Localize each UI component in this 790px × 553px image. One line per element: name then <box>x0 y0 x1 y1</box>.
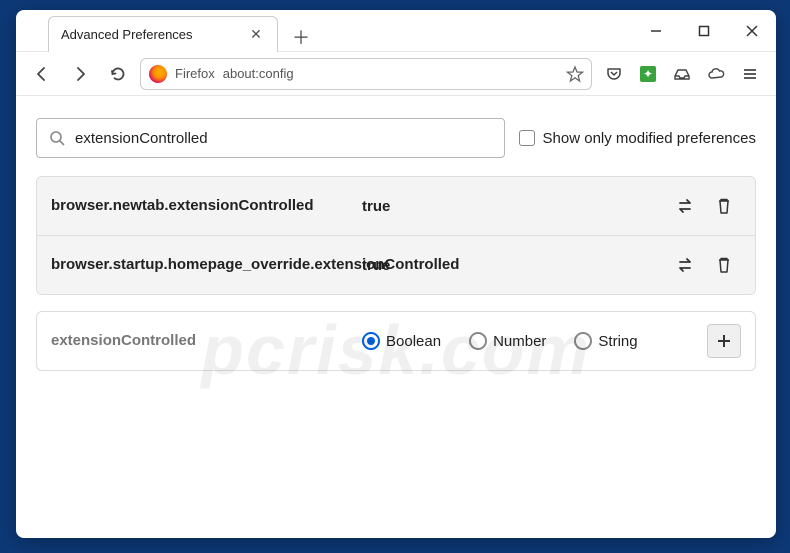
config-search-box[interactable] <box>36 118 505 158</box>
close-icon <box>746 25 758 37</box>
preference-name: browser.newtab.extensionControlled <box>51 196 356 216</box>
type-number[interactable]: Number <box>469 332 546 350</box>
address-brand: Firefox <box>175 66 215 81</box>
row-actions <box>669 248 741 282</box>
preference-row[interactable]: browser.startup.homepage_override.extens… <box>37 236 755 294</box>
row-actions <box>707 324 741 358</box>
radio-icon <box>362 332 380 350</box>
maximize-button[interactable] <box>680 10 728 52</box>
toggle-button[interactable] <box>669 189 703 223</box>
reload-button[interactable] <box>102 58 134 90</box>
preferences-table: browser.newtab.extensionControlled true … <box>36 176 756 295</box>
inbox-button[interactable] <box>666 58 698 90</box>
close-window-button[interactable] <box>728 10 776 52</box>
cloud-button[interactable] <box>700 58 732 90</box>
title-bar: Advanced Preferences ✕ ＋ <box>16 10 776 52</box>
pocket-button[interactable] <box>598 58 630 90</box>
toggle-button[interactable] <box>669 248 703 282</box>
search-input[interactable] <box>75 130 492 147</box>
type-boolean[interactable]: Boolean <box>362 332 441 350</box>
reload-icon <box>109 65 127 83</box>
show-modified-label: Show only modified preferences <box>543 130 756 147</box>
address-bar[interactable]: Firefox about:config <box>140 58 592 90</box>
arrow-left-icon <box>33 65 51 83</box>
delete-button[interactable] <box>707 248 741 282</box>
plus-icon <box>716 333 732 349</box>
preference-name: browser.startup.homepage_override.extens… <box>51 255 356 275</box>
toggle-icon <box>676 257 696 273</box>
tab-advanced-preferences[interactable]: Advanced Preferences ✕ <box>48 16 278 52</box>
radio-icon <box>469 332 487 350</box>
type-string[interactable]: String <box>574 332 637 350</box>
bookmark-star-icon[interactable] <box>563 62 587 86</box>
toggle-icon <box>676 198 696 214</box>
search-row: Show only modified preferences <box>36 118 756 158</box>
window-controls <box>632 10 776 52</box>
type-label: Number <box>493 333 546 350</box>
radio-icon <box>574 332 592 350</box>
new-tab-button[interactable]: ＋ <box>286 22 316 52</box>
inbox-icon <box>673 65 691 83</box>
show-modified-toggle[interactable]: Show only modified preferences <box>519 130 756 147</box>
maximize-icon <box>698 25 710 37</box>
back-button[interactable] <box>26 58 58 90</box>
page-content: Show only modified preferences browser.n… <box>16 96 776 538</box>
row-actions <box>669 189 741 223</box>
add-preference-button[interactable] <box>707 324 741 358</box>
trash-icon <box>716 197 732 215</box>
type-label: String <box>598 333 637 350</box>
close-tab-icon[interactable]: ✕ <box>247 25 265 43</box>
toolbar-right-icons: ✦ <box>598 58 766 90</box>
address-url: about:config <box>223 66 555 81</box>
tab-title: Advanced Preferences <box>61 27 193 42</box>
extension-button[interactable]: ✦ <box>632 58 664 90</box>
arrow-right-icon <box>71 65 89 83</box>
preference-value: true <box>356 198 669 215</box>
extension-icon: ✦ <box>640 66 656 82</box>
nav-toolbar: Firefox about:config ✦ <box>16 52 776 96</box>
browser-window: Advanced Preferences ✕ ＋ <box>16 10 776 538</box>
cloud-icon <box>706 65 726 83</box>
type-radio-group: Boolean Number String <box>356 332 707 350</box>
app-menu-button[interactable] <box>734 58 766 90</box>
trash-icon <box>716 256 732 274</box>
tab-strip: Advanced Preferences ✕ ＋ <box>16 10 316 52</box>
delete-button[interactable] <box>707 189 741 223</box>
minimize-button[interactable] <box>632 10 680 52</box>
search-icon <box>49 130 65 146</box>
hamburger-icon <box>742 66 758 82</box>
preference-row[interactable]: browser.newtab.extensionControlled true <box>37 177 755 236</box>
minimize-icon <box>650 25 662 37</box>
pocket-icon <box>605 65 623 83</box>
checkbox-icon <box>519 130 535 146</box>
preference-value: true <box>356 257 669 274</box>
type-label: Boolean <box>386 333 441 350</box>
new-preference-row: extensionControlled Boolean Number Strin… <box>36 311 756 371</box>
firefox-logo-icon <box>149 65 167 83</box>
new-preference-name: extensionControlled <box>51 331 356 351</box>
forward-button[interactable] <box>64 58 96 90</box>
